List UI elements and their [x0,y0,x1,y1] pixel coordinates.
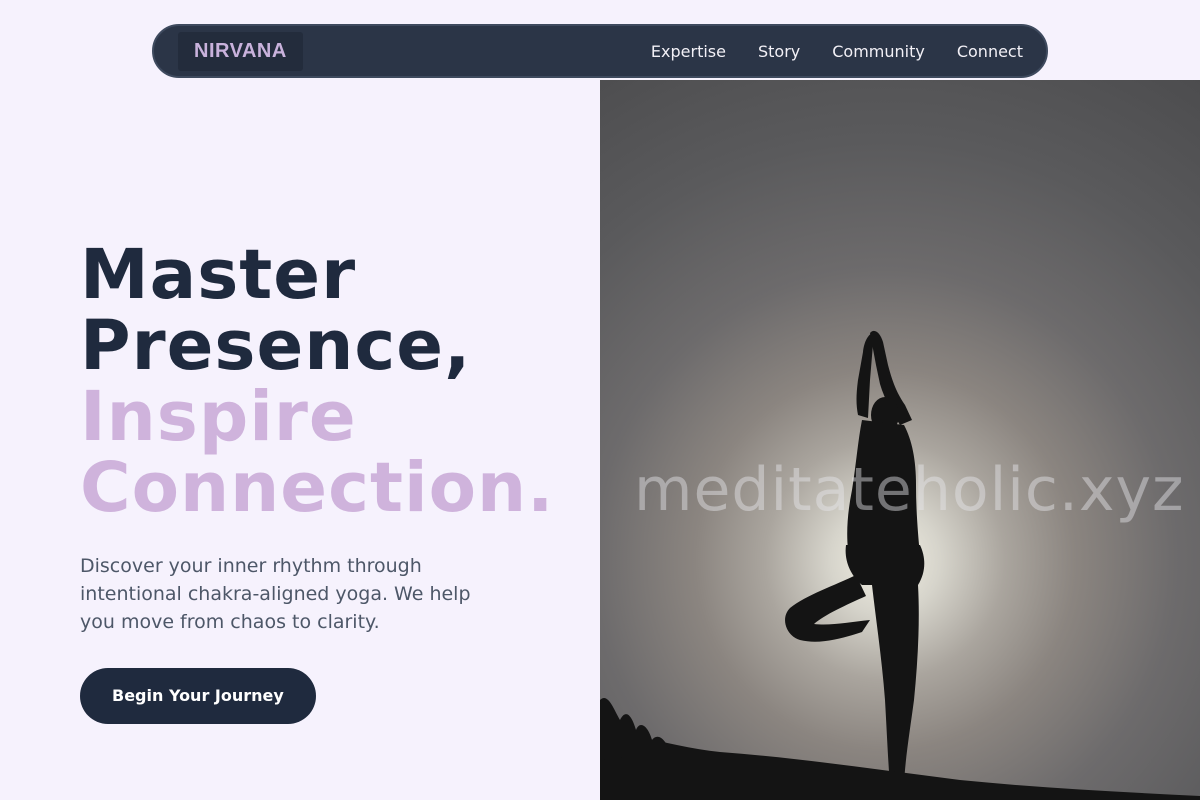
top-navbar: NIRVANA Expertise Story Community Connec… [152,24,1048,78]
nav-link-connect[interactable]: Connect [957,42,1023,61]
hero-yoga-image: meditateholic.xyz [600,80,1200,800]
watermark-text: meditateholic.xyz [634,455,1185,525]
brand-logo[interactable]: NIRVANA [178,31,303,71]
nav-link-story[interactable]: Story [758,42,800,61]
nav-link-community[interactable]: Community [832,42,925,61]
headline-line-2: Presence, [80,306,472,386]
yoga-silhouette-graphic [600,330,1200,800]
headline-line-4: Connection. [80,448,555,528]
headline-line-1: Master [80,235,357,315]
nav-links: Expertise Story Community Connect [651,42,1023,61]
nav-link-expertise[interactable]: Expertise [651,42,726,61]
headline-line-3: Inspire [80,377,357,457]
hero-text-section: Master Presence, Inspire Connection. Dis… [80,240,580,724]
hero-subtext: Discover your inner rhythm through inten… [80,555,471,633]
hero-headline: Master Presence, Inspire Connection. [80,240,580,524]
begin-journey-button[interactable]: Begin Your Journey [80,668,316,724]
